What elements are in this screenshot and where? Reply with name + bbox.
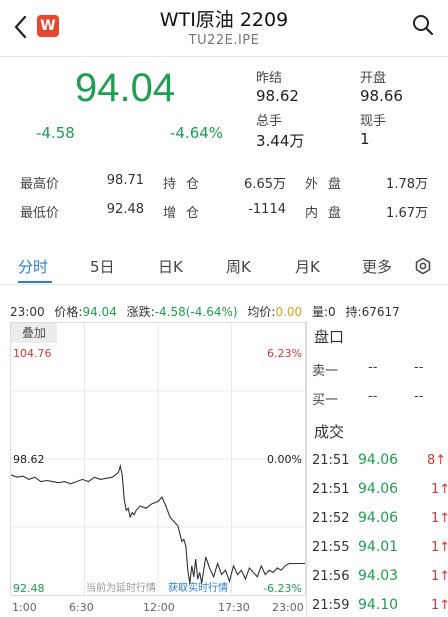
info-change: -4.58(-4.64%)	[154, 305, 238, 319]
pct-axis-mid-label: 0.00%	[267, 453, 302, 466]
trade-price: 94.03	[358, 568, 399, 584]
tabs-divider	[0, 284, 448, 285]
info-avg-label: 均价:	[247, 305, 276, 319]
volume-value: 3.44万	[256, 132, 305, 150]
tab-daily-k[interactable]: 日K	[158, 256, 183, 277]
settings-icon[interactable]	[414, 257, 432, 275]
page-title: WTI原油 2209	[159, 9, 289, 31]
info-price: 94.04	[82, 305, 117, 319]
open-label: 开盘	[360, 71, 387, 86]
position-label: 持仓	[163, 177, 210, 192]
increase-value: -1114	[248, 202, 286, 217]
x-tick-label: 17:30	[218, 601, 250, 614]
trade-time: 21:51	[312, 453, 350, 468]
x-tick-label: 12:00	[143, 601, 175, 614]
delay-note: 当前为延时行情	[86, 583, 156, 594]
buy1-volume: --	[414, 389, 424, 404]
last-price: 94.04	[75, 66, 176, 110]
orderbook-title: 盘口	[314, 328, 345, 346]
header-divider	[0, 56, 448, 57]
open-value: 98.66	[360, 87, 403, 105]
info-price-label: 价格:	[54, 305, 83, 319]
sell1-volume: --	[414, 360, 424, 375]
tab-active-indicator	[18, 281, 52, 283]
low-label: 最低价	[20, 206, 60, 221]
position-value: 6.65万	[244, 177, 286, 192]
contract-code: TU22E.IPE	[188, 33, 260, 48]
trade-time: 21:55	[312, 540, 350, 555]
tab-weekly-k[interactable]: 周K	[226, 256, 251, 277]
price-change: -4.58	[36, 124, 75, 142]
trade-time: 21:51	[312, 482, 350, 497]
tab-more[interactable]: 更多	[362, 256, 392, 277]
low-value: 92.48	[106, 202, 144, 217]
increase-label: 增仓	[163, 206, 210, 221]
sell1-price: --	[368, 360, 378, 375]
high-label: 最高价	[20, 177, 60, 192]
outer-label: 外盘	[305, 177, 352, 192]
info-vol-label: 量:	[312, 305, 329, 319]
prev-close-label: 昨结	[256, 71, 283, 86]
trade-price: 94.01	[358, 539, 399, 555]
prev-close-value: 98.62	[256, 87, 299, 105]
trade-price: 94.06	[358, 481, 399, 497]
panel-separator	[306, 322, 307, 617]
trade-volume: 1↑	[431, 540, 448, 555]
price-change-pct: -4.64%	[170, 124, 224, 142]
trade-volume: 8↑	[427, 453, 447, 468]
sell1-label: 卖一	[312, 364, 339, 379]
chart-info-line: 23:00 价格:94.04 涨跌:-4.58(-4.64%) 均价:0.00 …	[10, 303, 400, 320]
trade-volume: 1↑	[431, 482, 448, 497]
inner-value: 1.67万	[386, 206, 428, 221]
current-hand-label: 现手	[360, 114, 387, 129]
trade-volume: 1↑	[431, 569, 448, 584]
current-hand-value: 1	[360, 130, 370, 148]
pct-axis-top-label: 6.23%	[267, 347, 302, 360]
info-avg: 0.00	[275, 305, 303, 319]
buy1-label: 买一	[312, 393, 339, 408]
outer-value: 1.78万	[386, 177, 428, 192]
buy1-price: --	[368, 389, 378, 404]
tab-monthly-k[interactable]: 月K	[295, 256, 320, 277]
x-tick-label: 23:00	[272, 601, 304, 614]
search-icon[interactable]	[412, 14, 434, 36]
tab-5day[interactable]: 5日	[90, 256, 115, 277]
trade-volume: 1↑	[431, 598, 448, 613]
info-hold: 67617	[361, 305, 400, 319]
info-hold-label: 持:	[345, 305, 362, 319]
overlay-button[interactable]: 叠加	[11, 323, 57, 343]
volume-label: 总手	[256, 114, 283, 129]
trade-time: 21:52	[312, 511, 350, 526]
info-time: 23:00	[10, 305, 45, 319]
trade-price: 94.06	[358, 452, 399, 468]
trade-volume: 1↑	[431, 511, 448, 526]
trade-price: 94.10	[358, 597, 399, 613]
x-tick-label: 6:30	[69, 601, 94, 614]
inner-label: 内盘	[305, 206, 352, 221]
tab-intraday[interactable]: 分时	[18, 256, 48, 277]
trade-time: 21:56	[312, 569, 350, 584]
x-tick-label: 1:00	[12, 601, 37, 614]
info-vol: 0	[328, 305, 336, 319]
trade-price: 94.06	[358, 510, 399, 526]
trades-title: 成交	[314, 423, 345, 441]
trade-time: 21:59	[312, 598, 350, 613]
high-value: 98.71	[106, 173, 144, 188]
realtime-link[interactable]: 获取实时行情	[168, 579, 228, 594]
info-change-label: 涨跌:	[126, 305, 155, 319]
